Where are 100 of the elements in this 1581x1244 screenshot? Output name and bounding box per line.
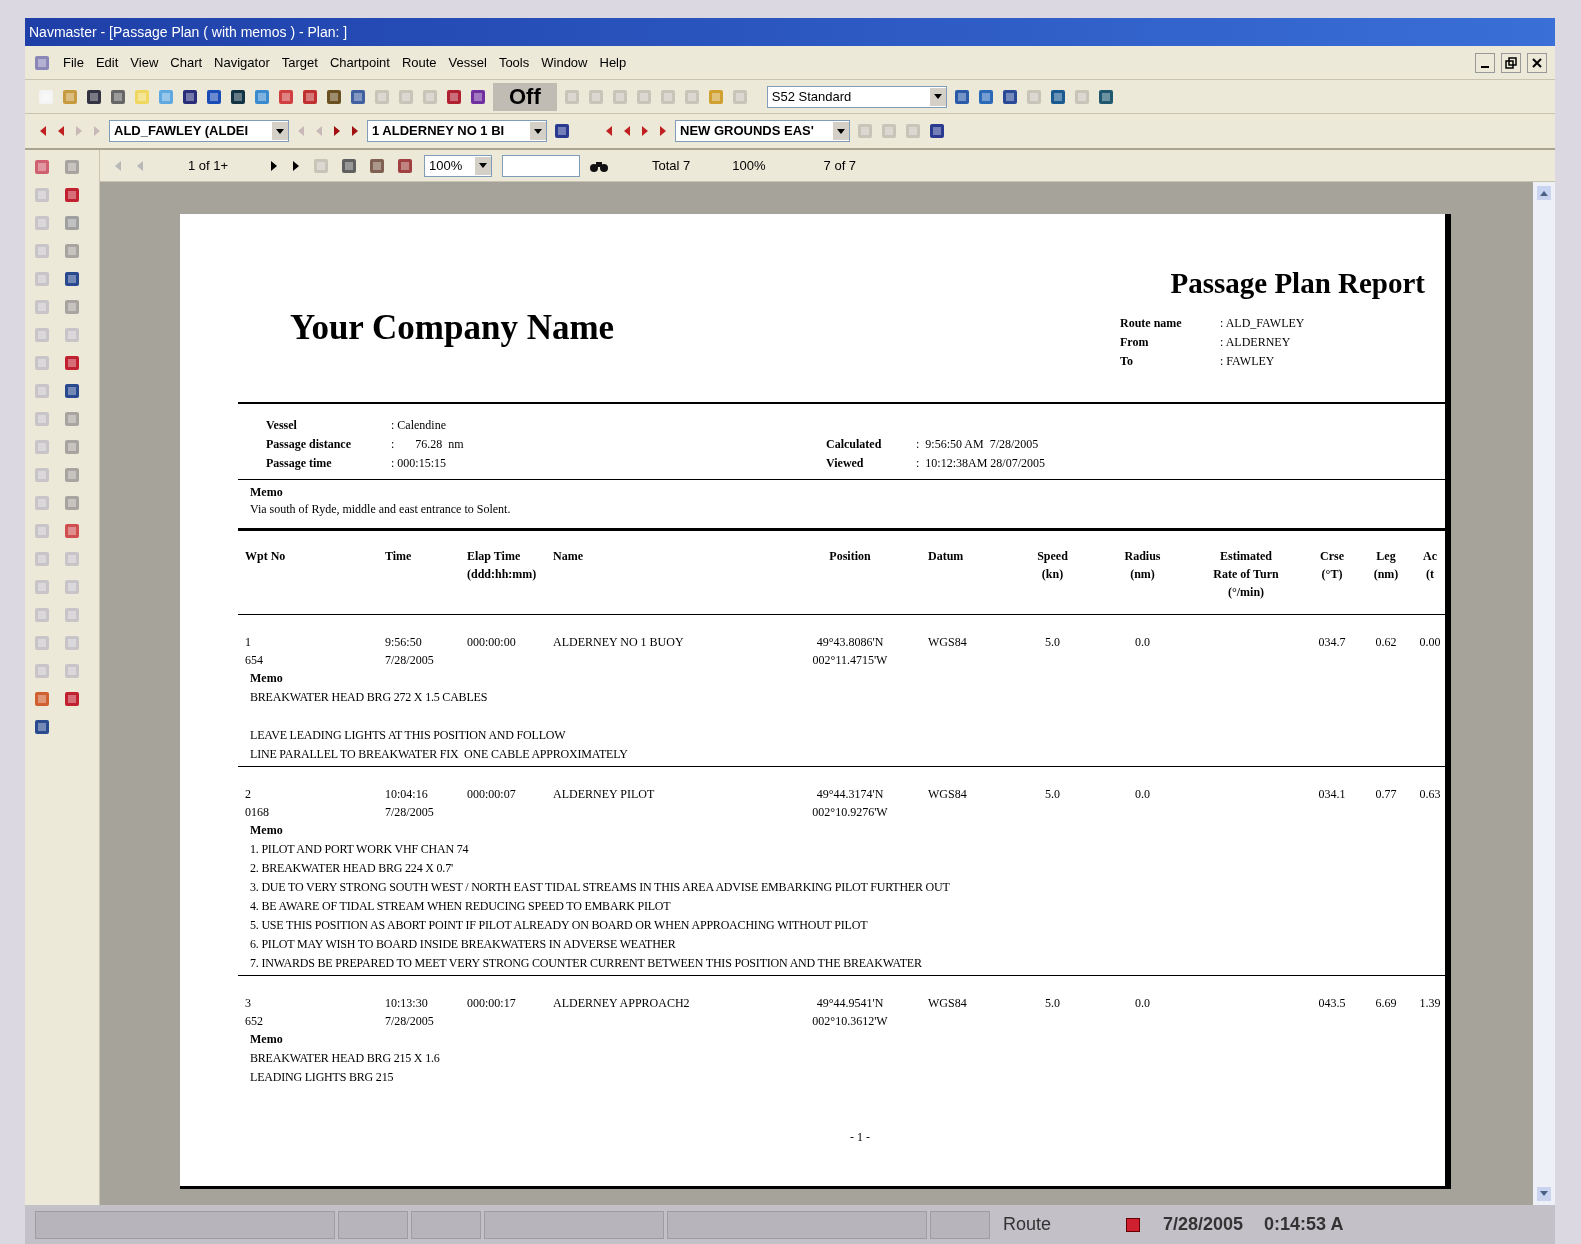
toolbar-icon[interactable] [396,156,414,175]
toolbar-icon[interactable] [325,87,343,106]
restore-icon[interactable] [1501,52,1521,73]
close-icon[interactable] [1527,52,1547,73]
menu-item[interactable]: Chart [170,52,203,73]
toolbar-icon[interactable] [33,718,51,736]
field-label: From [1120,334,1150,351]
waypoint-dropdown[interactable]: 1 ALDERNEY NO 1 BI [367,120,547,142]
table-cell-text: 034.1 [1317,786,1347,803]
toolbar-icon[interactable] [340,156,358,175]
document-icon[interactable] [33,53,51,72]
table-cell-text: 5.0 [1044,995,1061,1012]
toolbar-icon[interactable] [469,87,487,106]
table-cell-text: 3 652 [245,995,264,1030]
menu-item[interactable]: Vessel [448,52,487,73]
toolbar-icon[interactable] [368,156,386,175]
menu-item[interactable]: Chartpoint [329,52,390,73]
table-cell-text: 0.00 [1418,634,1442,651]
toolbar-icon[interactable] [229,87,247,106]
toolbar-icon[interactable] [63,354,81,372]
memo-line: 1. PILOT AND PORT WORK VHF CHAN 74 [250,841,470,858]
save-icon[interactable] [553,122,571,140]
menu-item[interactable]: Window [541,52,588,73]
report-title: Passage Plan Report [1170,266,1425,301]
toolbar-icon[interactable] [109,87,127,106]
memo-line: LINE PARALLEL TO BREAKWATER FIX ONE CABLE APPROXIMATELY [250,746,629,763]
menu-item[interactable]: Route [401,52,437,73]
memo-line: 2. BREAKWATER HEAD BRG 224 X 0.7' [250,860,454,877]
table-cell-text: 1.39 [1418,995,1442,1012]
table-cell-text: 000:00:00 [467,634,517,651]
field-value: : ALDERNEY [1220,334,1292,351]
table-cell-text: WGS84 [927,634,968,651]
page-indicator: 1 of 1+ [188,156,230,175]
toolbar-icon[interactable] [63,186,81,204]
field-label: Vessel [266,417,298,434]
route-dropdown[interactable]: ALD_FAWLEY (ALDEI [109,120,289,142]
toolbar-icon[interactable] [63,270,81,288]
menu-item[interactable]: Target [281,52,318,73]
memo-line: LEAVE LEADING LIGHTS AT THIS POSITION AND FOLLOW [250,727,567,744]
scroll-down-icon[interactable] [1537,1187,1551,1201]
memo-line: 7. INWARDS BE PREPARED TO MEET VERY STRONG COUNTER CURRENT BETWEEN THIS POSITION AND THE BREAKWATER [250,955,923,972]
field-label: Route name [1120,315,1183,332]
table-cell-text: ALDERNEY NO 1 BUOY [553,634,685,651]
field-value: : 76.28 nm [391,436,465,453]
table-cell-text: 0.0 [1134,786,1151,803]
scrollbar[interactable] [1533,182,1555,1205]
toolbar-icon[interactable] [952,87,971,106]
toolbar-icon[interactable] [445,87,463,106]
search-field[interactable] [502,154,580,177]
column-header: Position [828,548,872,565]
table-cell-text: 2 0168 [245,786,270,821]
zoom-dropdown[interactable]: 100% [424,154,492,177]
style-dropdown[interactable]: S52 Standard [766,85,947,108]
memo-line: 6. PILOT MAY WISH TO BOARD INSIDE BREAKWATERS IN ADVERSE WEATHER [250,936,677,953]
toolbar-icon[interactable] [349,87,367,106]
leg-dropdown[interactable]: NEW GROUNDS EAS' [675,120,850,142]
field-label: Calculated [826,436,883,453]
toolbar-icon[interactable] [1096,87,1115,106]
memo-label: Memo [250,484,284,501]
field-label: To [1120,353,1134,370]
table-cell-text: 0.63 [1418,786,1442,803]
toolbar-icon[interactable] [1000,87,1019,106]
table-cell-text: 5.0 [1044,786,1061,803]
memo-label: Memo [250,1031,284,1048]
column-header: Ac (t [1422,548,1438,583]
minimize-icon[interactable] [1475,52,1495,73]
table-cell-text: 0.77 [1374,786,1398,803]
memo-line: 4. BE AWARE OF TIDAL STREAM WHEN REDUCING SPEED TO EMBARK PILOT [250,898,672,915]
scroll-up-icon[interactable] [1537,186,1551,200]
memo-line: 3. DUE TO VERY STRONG SOUTH WEST / NORTH EAST TIDAL STREAMS IN THIS AREA ADVISE EMBARKING PILOT FURTHER OUT [250,879,951,896]
menu-item[interactable]: Help [599,52,627,73]
table-cell-text: 1 654 [245,634,264,669]
window-title: Navmaster - [Passage Plan ( with memos ) - Plan: ] [29,22,348,42]
column-header: Datum [927,548,965,565]
table-cell-text: ALDERNEY PILOT [553,786,656,803]
table-cell-text: 0.0 [1134,995,1151,1012]
menu-item[interactable]: View [130,52,159,73]
memo-line: BREAKWATER HEAD BRG 215 X 1.6 [250,1050,441,1067]
menu-item[interactable]: Navigator [214,52,270,73]
menu-item[interactable]: File [63,52,84,73]
table-cell-text: 0.62 [1374,634,1398,651]
toolbar-icon[interactable] [928,122,946,140]
table-cell-text: 0.0 [1134,634,1151,651]
toolbar-icon[interactable] [63,382,81,400]
zoom-label: 100% [732,156,766,175]
toolbar-icon[interactable] [1048,87,1067,106]
mode-indicator: Off [493,82,557,111]
menu-item[interactable]: Tools [498,52,530,73]
field-value: : ALD_FAWLEY [1220,315,1305,332]
toolbar-icon[interactable] [205,87,223,106]
total-label: Total 7 [652,156,691,175]
menu-item[interactable]: Edit [95,52,119,73]
toolbar-icon[interactable] [301,87,319,106]
table-cell-text: 6.69 [1374,995,1398,1012]
table-cell-text: WGS84 [927,786,968,803]
field-value: : 10:12:38AM 28/07/2005 [916,455,1045,472]
toolbar-icon[interactable] [181,87,199,106]
toolbar-icon[interactable] [85,87,103,106]
field-value: : 000:15:15 [391,455,447,472]
toolbar-icon[interactable] [63,690,81,708]
